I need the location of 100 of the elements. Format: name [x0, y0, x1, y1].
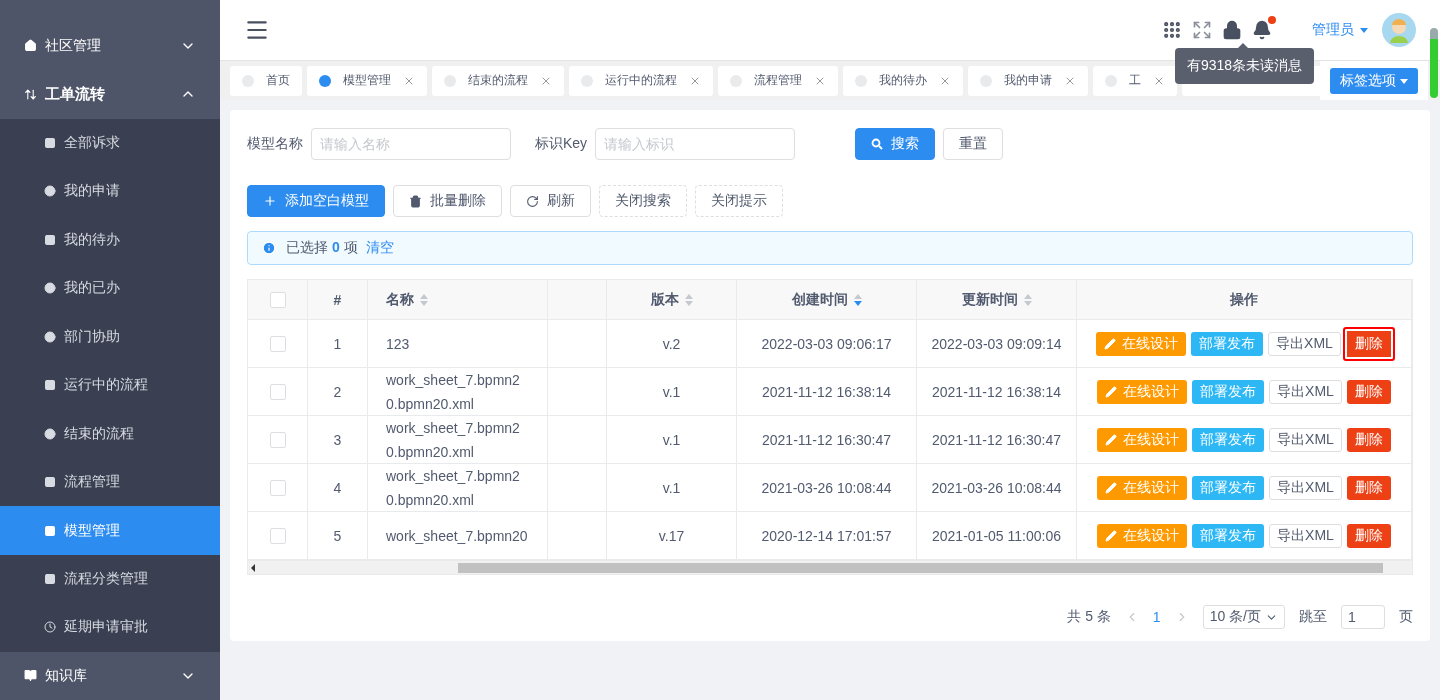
column-header: # [308, 280, 368, 320]
action-button[interactable]: 删除 [1346, 427, 1391, 452]
search-icon [871, 138, 884, 150]
input-field[interactable]: 请输入名称 [311, 128, 511, 160]
toolbar-button[interactable]: 关闭搜索 [599, 185, 687, 217]
input-field[interactable]: 请输入标识 [595, 128, 796, 160]
action-button[interactable]: 导出XML [1269, 523, 1342, 548]
table-cell: work_sheet_7.bpmn20 [368, 512, 548, 560]
page-size-select[interactable]: 10 条/页 [1202, 605, 1285, 629]
tab[interactable]: 我的申请 [968, 65, 1088, 96]
sort-icon[interactable] [420, 293, 428, 306]
column-header: 名称 [368, 280, 548, 320]
submenu-item[interactable]: 流程分类管理 [0, 554, 220, 604]
table-cell: 2 [308, 368, 368, 416]
plus-icon [263, 194, 277, 208]
action-button[interactable]: 删除 [1346, 523, 1391, 548]
lock-icon[interactable] [1222, 20, 1242, 40]
field-label: 标识Key [535, 135, 588, 153]
table-cell: v.1 [607, 464, 737, 512]
table-cell: 5 [308, 512, 368, 560]
reset-button[interactable]: 重置 [943, 128, 1004, 160]
table-cell: 2022-03-03 09:09:14 [917, 320, 1077, 368]
table-cell: 2021-11-12 16:30:47 [917, 416, 1077, 464]
submenu-item[interactable]: 全部诉求 [0, 118, 220, 168]
submenu-item[interactable]: 流程管理 [0, 457, 220, 507]
table-cell: 4 [308, 464, 368, 512]
trash-icon [409, 194, 422, 208]
notification-tooltip: 有9318条未读消息 [1175, 48, 1315, 84]
table-cell: v.17 [607, 512, 737, 560]
checkbox[interactable] [269, 291, 286, 308]
submenu-item[interactable]: 部门协助 [0, 312, 220, 361]
action-button[interactable]: 删除 [1342, 326, 1395, 361]
user-menu[interactable]: 管理员 [1312, 21, 1368, 39]
tab[interactable]: 运行中的流程 [569, 65, 713, 96]
table-cell: 1 [308, 320, 368, 368]
action-button[interactable]: 删除 [1346, 379, 1391, 404]
checkbox[interactable] [269, 527, 286, 544]
column-header: 更新时间 [917, 280, 1077, 320]
sort-icon[interactable] [684, 293, 693, 306]
pencil-icon [1105, 481, 1118, 494]
table-cell: v.1 [607, 368, 737, 416]
field-label: 模型名称 [247, 135, 303, 153]
bell-icon[interactable] [1252, 20, 1272, 40]
caret-icon [1400, 78, 1408, 84]
table-cell: 2021-01-05 11:00:06 [917, 512, 1077, 560]
fullscreen-icon[interactable] [1192, 20, 1212, 40]
menu-item[interactable]: 知识库 [0, 651, 220, 700]
tab[interactable]: 结束的流程 [432, 65, 564, 96]
pencil-icon [1105, 433, 1118, 446]
submenu-item[interactable]: 我的待办 [0, 215, 220, 264]
action-button[interactable]: 导出XML [1268, 331, 1341, 356]
table-cell: 2020-12-14 17:01:57 [737, 512, 917, 560]
table-cell: v.2 [607, 320, 737, 368]
page-label: 页 [1399, 608, 1413, 626]
page-input[interactable]: 1 [1341, 605, 1385, 629]
action-button[interactable]: 导出XML [1269, 427, 1342, 452]
table-cell: 2021-03-26 10:08:44 [917, 464, 1077, 512]
checkbox[interactable] [269, 383, 286, 400]
checkbox[interactable] [269, 431, 286, 448]
toolbar-button[interactable]: 关闭提示 [695, 185, 783, 217]
menu-item[interactable]: 工单流转 [0, 70, 220, 119]
tab[interactable]: 首页 [230, 65, 302, 96]
avatar [1382, 13, 1416, 47]
sort-icon[interactable] [853, 293, 862, 306]
sort-icon[interactable] [1023, 293, 1032, 306]
pencil-icon [1105, 385, 1118, 398]
tab[interactable]: 工 [1093, 65, 1177, 96]
action-button[interactable]: 导出XML [1269, 475, 1342, 500]
tab[interactable]: 流程管理 [718, 65, 838, 96]
info-icon [262, 241, 276, 255]
checkbox[interactable] [269, 479, 286, 496]
table-cell: 2022-03-03 09:06:17 [737, 320, 917, 368]
selection-count: 已选择 0 项 清空 [286, 239, 394, 257]
total-count: 共 5 条 [1067, 608, 1111, 626]
tab[interactable]: 模型管理 [307, 65, 427, 96]
column-header: 创建时间 [737, 280, 917, 320]
column-header: 版本 [607, 280, 737, 320]
pencil-icon [1104, 337, 1117, 350]
toolbar-button[interactable]: 批量删除 [393, 185, 502, 217]
tab[interactable]: 我的待办 [843, 65, 963, 96]
menu-item[interactable]: 社区管理 [0, 21, 220, 71]
pencil-icon [1105, 529, 1118, 542]
column-header: 操作 [1077, 280, 1412, 320]
action-button[interactable]: 删除 [1346, 475, 1391, 500]
submenu-item[interactable]: 我的已办 [0, 264, 220, 313]
submenu-item[interactable]: 结束的流程 [0, 409, 220, 458]
scroll-thumb[interactable] [458, 562, 1383, 573]
table-cell: 2021-11-12 16:38:14 [737, 368, 917, 416]
table-cell: work_sheet_7.bpmn20.bpmn20.xml [368, 464, 548, 512]
apps-icon[interactable] [1162, 20, 1182, 40]
caret-icon [1360, 27, 1368, 33]
refresh-icon [526, 194, 539, 208]
table-cell: 3 [308, 416, 368, 464]
jump-label: 跳至 [1299, 608, 1327, 626]
toolbar-button[interactable]: 刷新 [510, 185, 591, 217]
submenu-item[interactable]: 我的申请 [0, 167, 220, 216]
checkbox[interactable] [269, 335, 286, 352]
submenu-item[interactable]: 运行中的流程 [0, 360, 220, 410]
action-button[interactable]: 导出XML [1269, 379, 1342, 404]
submenu-item[interactable]: 延期申请审批 [0, 603, 220, 652]
